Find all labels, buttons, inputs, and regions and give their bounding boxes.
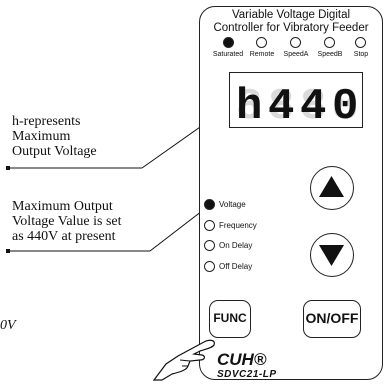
annotation-h-meaning: h-represents Maximum Output Voltage — [12, 114, 97, 159]
indicator-dot — [204, 199, 215, 210]
up-button[interactable] — [310, 166, 354, 210]
panel-title: Variable Voltage Digital Controller for … — [205, 9, 377, 35]
on-off-button[interactable]: ON/OFF — [303, 300, 361, 338]
indicator-frequency: Frequency — [204, 220, 257, 231]
panel-title-line2: Controller for Vibratory Feeder — [213, 22, 369, 34]
led-stop — [355, 37, 366, 48]
led-saturated — [223, 37, 234, 48]
display-digit: h — [236, 82, 262, 128]
display-digit: 4 — [268, 82, 294, 128]
indicator-voltage: Voltage — [204, 199, 246, 210]
annotation-line: h-represents — [12, 114, 81, 129]
down-button[interactable] — [310, 233, 354, 277]
display-digit: 0 — [332, 82, 358, 128]
indicator-dot — [204, 261, 215, 272]
annotation-line: as 440V at present — [12, 229, 116, 244]
partial-cut-text: 0V — [0, 318, 16, 333]
annotation-voltage-value: Maximum Output Voltage Value is set as 4… — [12, 199, 122, 244]
triangle-up-icon — [319, 176, 344, 197]
annotation-line: Maximum Output — [12, 199, 113, 214]
display-digit: 4 — [300, 82, 326, 128]
triangle-down-icon — [319, 245, 344, 266]
panel-title-line1: Variable Voltage Digital — [231, 9, 351, 21]
indicator-label: Frequency — [219, 221, 257, 230]
display-digits: 8 8 8 8 h440 — [236, 82, 358, 128]
model-number: SDVC21-LP — [217, 369, 277, 380]
brand-logo: CUH® — [217, 350, 267, 369]
indicator-dot — [204, 240, 215, 251]
annotation-line: Maximum — [12, 129, 71, 144]
annotation-line: Voltage Value is set — [12, 214, 122, 229]
indicator-label: On Delay — [219, 241, 253, 250]
led-speedb — [324, 37, 335, 48]
indicator-label: Voltage — [219, 200, 246, 209]
led-remote — [256, 37, 267, 48]
led-speeda — [290, 37, 301, 48]
led-label-stop: Stop — [353, 51, 369, 58]
indicator-label: Off Delay — [219, 262, 253, 271]
indicator-off-delay: Off Delay — [204, 261, 252, 272]
indicator-dot — [204, 220, 215, 231]
annotation-line: Output Voltage — [12, 144, 97, 159]
indicator-on-delay: On Delay — [204, 240, 252, 251]
